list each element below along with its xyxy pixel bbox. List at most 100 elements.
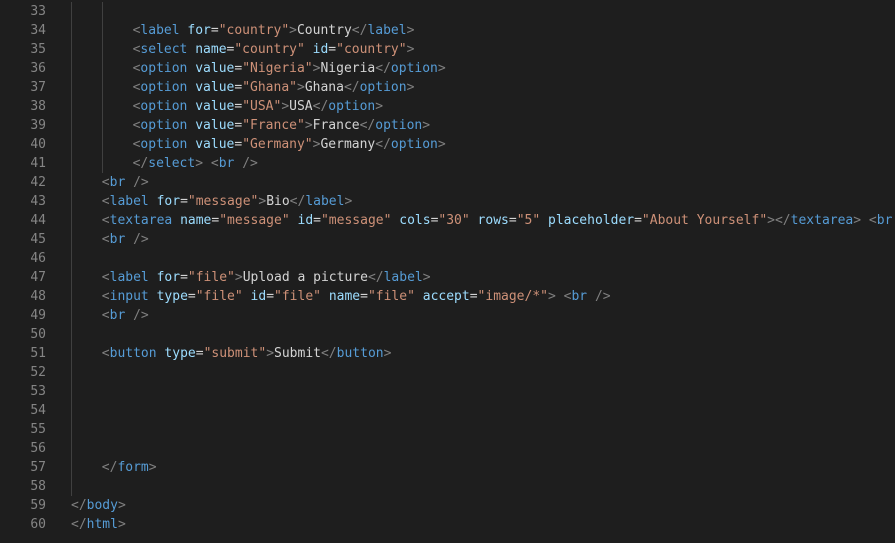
code-line[interactable]: 58 [0, 477, 895, 496]
punctuation: </ [774, 213, 791, 228]
code-line[interactable]: 55 [0, 420, 895, 439]
attribute-value: "file" [274, 289, 321, 304]
code-line[interactable]: 49 <br /> [0, 306, 895, 325]
code-line[interactable]: 37 <option value="Ghana">Ghana</option> [0, 78, 895, 97]
code-text[interactable]: <label for="country">Country</label> [133, 21, 415, 40]
attribute-value: "submit" [203, 346, 267, 361]
code-line[interactable]: 44 <textarea name="message" id="message" … [0, 211, 895, 230]
code-lines[interactable]: 33 34 <label for="country">Country</label>… [0, 2, 895, 534]
equals-sign: = [195, 346, 204, 361]
tag-name: button [109, 346, 157, 361]
line-number: 57 [30, 460, 46, 475]
punctuation: > [258, 194, 267, 209]
code-line[interactable]: 36 <option value="Nigeria">Nigeria</optio… [0, 59, 895, 78]
punctuation: </ [367, 270, 384, 285]
code-line[interactable]: 38 <option value="USA">USA</option> [0, 97, 895, 116]
line-number: 41 [30, 156, 46, 171]
text-content: France [312, 118, 360, 133]
code-text[interactable]: </body> [71, 496, 126, 515]
text-content: Germany [320, 137, 376, 152]
punctuation: /> [133, 232, 149, 247]
indent-guide [71, 40, 72, 59]
code-text[interactable]: </html> [71, 515, 126, 534]
indent-guide [71, 382, 72, 401]
code-text[interactable]: <br /> [102, 173, 149, 192]
punctuation: < [101, 213, 110, 228]
line-number: 37 [30, 80, 46, 95]
code-text[interactable]: <option value="Ghana">Ghana</option> [133, 78, 415, 97]
code-line[interactable]: 56 [0, 439, 895, 458]
code-line[interactable]: 50 [0, 325, 895, 344]
code-text[interactable]: <textarea name="message" id="message" co… [102, 211, 895, 230]
code-text[interactable]: <input type="file" id="file" name="file"… [102, 287, 611, 306]
code-text[interactable]: <option value="USA">USA</option> [133, 97, 384, 116]
punctuation: < [101, 194, 110, 209]
code-editor[interactable]: 33 34 <label for="country">Country</label>… [0, 0, 895, 543]
code-text[interactable]: <option value="Germany">Germany</option> [133, 135, 446, 154]
line-number: 33 [30, 4, 46, 19]
code-text[interactable]: </form> [102, 458, 157, 477]
code-line[interactable]: 40 <option value="Germany">Germany</optio… [0, 135, 895, 154]
code-text[interactable]: <select name="country" id="country"> [133, 40, 415, 59]
code-line[interactable]: 51 <button type="submit">Submit</button> [0, 344, 895, 363]
attribute-name: for [187, 23, 211, 38]
tag-name: option [140, 137, 188, 152]
code-line[interactable]: 54 [0, 401, 895, 420]
code-line[interactable]: 60 </html> [0, 515, 895, 534]
code-text[interactable]: <button type="submit">Submit</button> [102, 344, 392, 363]
code-text[interactable]: <option value="Nigeria">Nigeria</option> [133, 59, 446, 78]
code-line[interactable]: 34 <label for="country">Country</label> [0, 21, 895, 40]
code-text[interactable]: <label for="file">Upload a picture</labe… [102, 268, 431, 287]
equals-sign: = [234, 80, 243, 95]
code-line[interactable]: 39 <option value="France">France</option> [0, 116, 895, 135]
code-line[interactable]: 57 </form> [0, 458, 895, 477]
code-line[interactable]: 42 <br /> [0, 173, 895, 192]
punctuation: /> [133, 175, 149, 190]
line-number: 45 [30, 232, 46, 247]
code-text[interactable]: <br /> [102, 306, 149, 325]
indent-guide [71, 211, 72, 230]
punctuation: > [406, 23, 415, 38]
indent-guide [71, 78, 72, 97]
code-text[interactable]: <label for="message">Bio</label> [102, 192, 353, 211]
code-line[interactable]: 53 [0, 382, 895, 401]
indent-guide [71, 97, 72, 116]
code-line[interactable]: 33 [0, 2, 895, 21]
code-line[interactable]: 46 [0, 249, 895, 268]
line-number: 48 [30, 289, 46, 304]
indent-guide [101, 97, 103, 116]
punctuation: </ [375, 137, 391, 152]
punctuation: > [422, 118, 431, 133]
line-number: 59 [30, 498, 46, 513]
code-text[interactable]: <option value="France">France</option> [133, 116, 430, 135]
punctuation: < [868, 213, 877, 228]
code-line[interactable]: 41 </select> <br /> [0, 154, 895, 173]
code-line[interactable]: 52 [0, 363, 895, 382]
code-line[interactable]: 45 <br /> [0, 230, 895, 249]
code-line[interactable]: 48 <input type="file" id="file" name="fil… [0, 287, 895, 306]
line-number: 44 [30, 213, 46, 228]
code-line[interactable]: 59 </body> [0, 496, 895, 515]
code-line[interactable]: 43 <label for="message">Bio</label> [0, 192, 895, 211]
equals-sign: = [313, 213, 321, 228]
code-text[interactable]: <br /> [102, 230, 149, 249]
attribute-name: value [195, 61, 235, 76]
attribute-value: "message" [219, 213, 290, 228]
tag-name: textarea [790, 213, 854, 228]
tag-name: label [109, 270, 149, 285]
indent-guide [71, 420, 72, 439]
punctuation: </ [351, 23, 368, 38]
indent-guide [71, 477, 72, 496]
code-line[interactable]: 35 <select name="country" id="country"> [0, 40, 895, 59]
punctuation: > [437, 137, 446, 152]
code-line[interactable]: 47 <label for="file">Upload a picture</la… [0, 268, 895, 287]
indent-guide [71, 59, 72, 78]
punctuation: < [210, 156, 219, 171]
code-text[interactable]: </select> <br /> [133, 154, 258, 173]
attribute-name: id [297, 213, 314, 228]
